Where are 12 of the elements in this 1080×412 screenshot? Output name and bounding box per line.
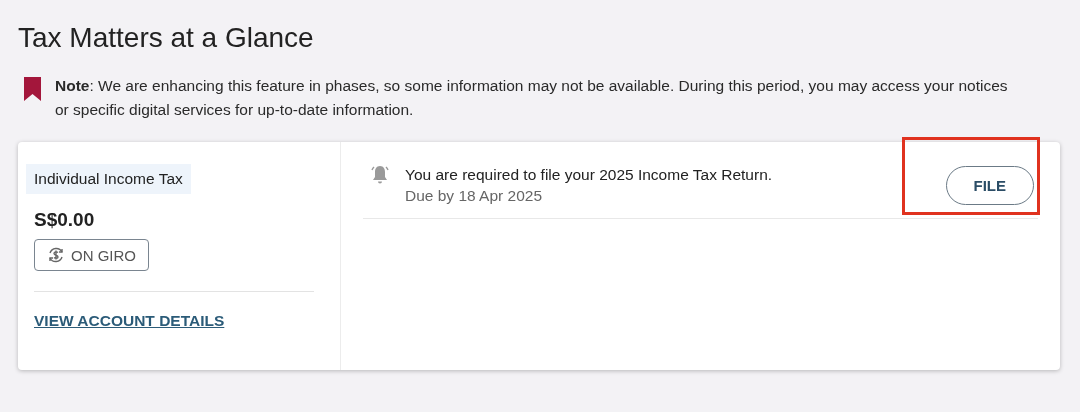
- amount: S$0.00: [34, 209, 95, 231]
- file-button[interactable]: FILE: [945, 166, 1034, 205]
- bell-icon: [369, 164, 391, 186]
- page-title: Tax Matters at a Glance: [18, 22, 315, 54]
- notification-message: You are required to file your 2025 Income Tax Return.: [405, 165, 774, 185]
- dollar-cycle-icon: [47, 246, 65, 264]
- giro-status: ON GIRO: [71, 246, 136, 264]
- due-date: Due by 18 Apr 2025: [405, 186, 544, 206]
- note-text: Note: We are enhancing this feature in phases, so some information may not be available. During this period, you may access your notices or specific digital services for up-to-date information.: [55, 76, 1009, 120]
- tax-type-label: Individual Income Tax: [26, 164, 191, 194]
- bookmark-icon: [24, 77, 41, 101]
- view-account-link[interactable]: VIEW ACCOUNT DETAILS: [34, 312, 225, 330]
